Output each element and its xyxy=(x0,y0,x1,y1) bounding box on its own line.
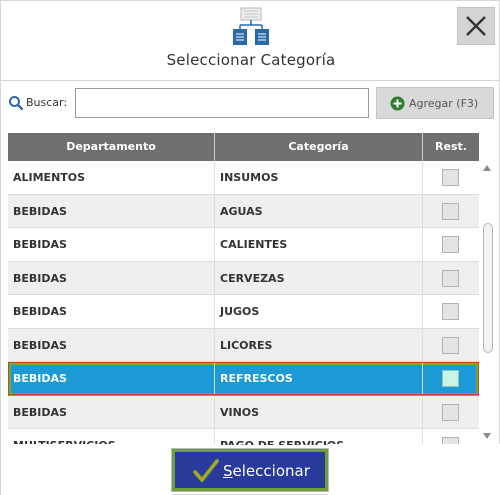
category-table: Departamento Categoría Rest. ALIMENTOS IN… xyxy=(8,133,479,445)
scroll-up-arrow-icon[interactable] xyxy=(483,165,491,171)
close-button[interactable] xyxy=(457,7,495,45)
cell-categoria: JUGOS xyxy=(220,305,260,318)
table-header: Departamento Categoría Rest. xyxy=(8,133,479,161)
cell-departamento: BEBIDAS xyxy=(13,338,67,352)
plus-circle-icon xyxy=(390,96,405,111)
column-divider xyxy=(214,295,215,328)
column-divider xyxy=(422,228,423,261)
cell-departamento: MULTISERVICIOS xyxy=(13,429,116,445)
column-divider xyxy=(214,429,215,445)
cell-categoria: PAGO DE SERVICIOS xyxy=(220,429,344,445)
rest-checkbox[interactable] xyxy=(442,336,459,354)
column-divider xyxy=(214,194,215,227)
table-row[interactable]: BEBIDAS LICORES xyxy=(8,328,479,362)
cell-departamento: BEBIDAS xyxy=(13,372,67,385)
cell-categoria: AGUAS xyxy=(220,204,263,218)
add-button-label: Agregar (F3) xyxy=(409,97,479,110)
column-header-departamento[interactable]: Departamento xyxy=(8,133,214,161)
rest-checkbox[interactable] xyxy=(442,370,459,387)
cell-departamento: BEBIDAS xyxy=(13,204,67,218)
table-row[interactable]: BEBIDAS JUGOS xyxy=(8,295,479,329)
cell-departamento: ALIMENTOS xyxy=(13,171,86,184)
column-divider xyxy=(214,328,215,361)
column-divider xyxy=(214,161,215,194)
column-header-rest[interactable]: Rest. xyxy=(423,133,479,161)
footer-spacer xyxy=(1,444,172,495)
table-scrollbar[interactable] xyxy=(481,161,495,445)
table-body: ALIMENTOS INSUMOS BEBIDAS AGUAS BEBIDAS CALIE… xyxy=(8,161,479,445)
cell-departamento: BEBIDAS xyxy=(13,405,67,419)
rest-checkbox[interactable] xyxy=(442,169,459,186)
rest-checkbox[interactable] xyxy=(442,236,459,253)
table-row[interactable]: BEBIDAS REFRESCOS xyxy=(8,362,479,396)
dialog-title: Seleccionar Categoría xyxy=(166,51,336,69)
column-divider xyxy=(422,362,423,395)
rest-checkbox[interactable] xyxy=(442,202,459,220)
column-divider xyxy=(214,362,215,395)
add-button[interactable]: Agregar (F3) xyxy=(376,87,494,119)
cell-departamento: BEBIDAS xyxy=(13,238,67,251)
search-input[interactable] xyxy=(75,88,369,118)
scroll-thumb[interactable] xyxy=(483,223,493,353)
category-tree-icon xyxy=(233,7,269,45)
rest-checkbox[interactable] xyxy=(442,303,459,320)
cell-departamento: BEBIDAS xyxy=(13,271,67,285)
table-row[interactable]: BEBIDAS AGUAS xyxy=(8,194,479,228)
select-category-dialog: Seleccionar Categoría Buscar: Agregar (F… xyxy=(0,0,500,495)
footer-spacer xyxy=(328,444,500,495)
column-divider xyxy=(422,161,423,194)
checkmark-icon xyxy=(193,459,219,482)
cell-categoria: CERVEZAS xyxy=(220,271,285,285)
dialog-header: Seleccionar Categoría xyxy=(1,1,500,81)
cell-categoria: LICORES xyxy=(220,338,273,352)
column-divider xyxy=(214,261,215,294)
rest-checkbox[interactable] xyxy=(442,269,459,287)
search-label: Buscar: xyxy=(26,96,68,109)
cell-categoria: CALIENTES xyxy=(220,238,288,251)
column-divider xyxy=(422,295,423,328)
column-divider xyxy=(422,261,423,294)
scroll-down-arrow-icon[interactable] xyxy=(483,433,491,439)
table-row[interactable]: BEBIDAS CALIENTES xyxy=(8,228,479,262)
column-header-categoria[interactable]: Categoría xyxy=(215,133,422,161)
cell-departamento: BEBIDAS xyxy=(13,305,67,318)
table-row[interactable]: ALIMENTOS INSUMOS xyxy=(8,161,479,195)
column-divider xyxy=(214,228,215,261)
table-row[interactable]: BEBIDAS VINOS xyxy=(8,395,479,429)
cell-categoria: VINOS xyxy=(220,405,260,419)
column-divider xyxy=(214,395,215,428)
close-icon xyxy=(466,16,486,36)
table-row[interactable]: MULTISERVICIOS PAGO DE SERVICIOS xyxy=(8,429,479,445)
cell-categoria: REFRESCOS xyxy=(220,372,293,385)
column-divider xyxy=(422,429,423,445)
select-button[interactable]: Seleccionar xyxy=(171,448,329,492)
cell-categoria: INSUMOS xyxy=(220,171,279,184)
column-divider xyxy=(422,395,423,428)
search-icon xyxy=(9,96,24,111)
rest-checkbox[interactable] xyxy=(442,403,459,421)
select-button-label: Seleccionar xyxy=(223,462,310,480)
column-divider xyxy=(422,328,423,361)
table-row[interactable]: BEBIDAS CERVEZAS xyxy=(8,261,479,295)
column-divider xyxy=(422,194,423,227)
